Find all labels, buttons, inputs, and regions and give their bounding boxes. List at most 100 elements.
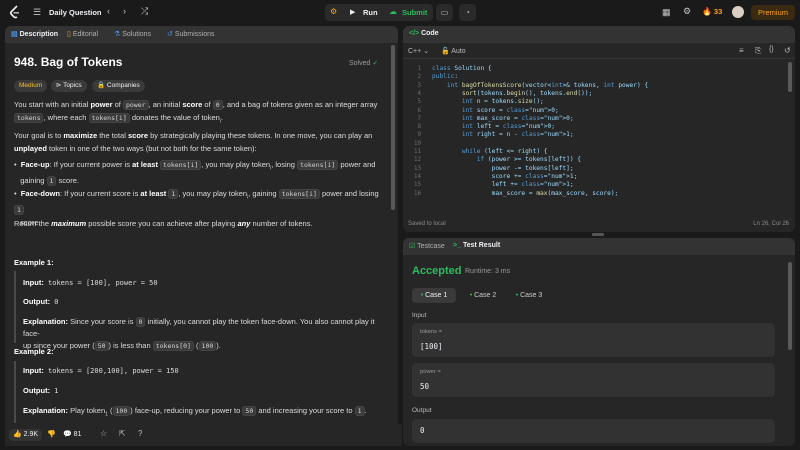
premium-button[interactable]: Premium <box>751 5 795 20</box>
book-icon: ▯ <box>67 31 71 38</box>
description-tabbar: ▤ Description ▯ Editorial ⚗ Solutions ↺ … <box>5 26 398 43</box>
description-scrollbar[interactable] <box>391 45 395 210</box>
like-button[interactable]: 👍 2.9K <box>9 429 43 441</box>
example-2-explanation: Explanation: Play token1 (100) face-up, … <box>23 406 367 418</box>
tab-solutions[interactable]: ⚗ Solutions <box>114 30 151 38</box>
tab-test-result-label: Test Result <box>462 242 501 249</box>
tab-test-result[interactable]: >_ Test Result <box>453 242 500 249</box>
companies-chip[interactable]: 🔒 Companies <box>92 80 145 92</box>
cloud-upload-icon: ☁ <box>389 7 397 16</box>
runtime: Runtime: 3 ms <box>465 268 511 275</box>
next-problem-icon[interactable]: › <box>123 7 126 16</box>
run-submit-group: ⚙ ▶ Run ☁ Submit <box>325 4 433 21</box>
case-tab-2[interactable]: • Case 2 <box>463 288 503 303</box>
example-1-input: Input: tokens = [100], power = 50 <box>23 278 158 287</box>
leetcode-logo[interactable] <box>8 5 22 19</box>
problem-list-icon[interactable]: ☰ <box>33 8 41 17</box>
tokens-field: tokens = [100] <box>412 323 775 357</box>
tab-editorial-label: Editorial <box>72 31 99 38</box>
checkbox-icon: ☑ <box>409 243 416 250</box>
tab-submissions[interactable]: ↺ Submissions <box>167 30 215 38</box>
like-count: 2.9K <box>23 431 39 438</box>
fire-icon: 🔥 <box>702 7 712 16</box>
thumbs-up-icon: 👍 <box>13 431 22 438</box>
tokens-label: tokens = <box>420 329 443 335</box>
history-icon: ↺ <box>167 31 173 38</box>
example-1-explanation: Explanation: Since your score is 0 initi… <box>23 317 375 351</box>
case-tab-1[interactable]: • Case 1 <box>412 288 456 303</box>
line-number: 4 <box>417 90 422 97</box>
notes-button[interactable]: ▭ <box>436 4 453 21</box>
top-nav: ☰ Daily Question ‹ › ⤮ ⚙ ▶ Run ☁ Submit … <box>0 0 800 25</box>
play-icon: ▶ <box>350 9 356 16</box>
shuffle-icon[interactable]: ⤮ <box>141 7 148 16</box>
difficulty-badge[interactable]: Medium <box>14 80 48 92</box>
example-1-output: Output: 0 <box>23 297 59 306</box>
panel-resize-handle[interactable] <box>592 233 604 236</box>
case-dot-icon: • <box>420 292 424 299</box>
line-number: 10 <box>414 140 421 147</box>
comment-icon: 💬 <box>63 431 72 438</box>
line-number: 5 <box>417 99 422 106</box>
line-number: 11 <box>414 149 421 155</box>
topics-chip[interactable]: ⊳ Topics <box>51 80 87 92</box>
settings-gear-icon[interactable]: ⚙ <box>683 7 691 16</box>
braces-icon[interactable]: {} <box>769 46 774 53</box>
auto-mode[interactable]: 🔓 Auto <box>441 47 466 55</box>
line-number: 3 <box>417 82 422 89</box>
avatar[interactable] <box>732 6 744 18</box>
bullet-dot: • <box>14 189 21 198</box>
prev-problem-icon[interactable]: ‹ <box>107 7 110 16</box>
description-content[interactable]: 948. Bag of Tokens Solved ✓ Medium ⊳ Top… <box>5 43 391 423</box>
layout-icon[interactable]: ▦ <box>662 8 671 17</box>
language-select[interactable]: C++ ⌄ <box>408 47 429 55</box>
reset-icon[interactable]: ↺ <box>784 46 791 55</box>
tab-code[interactable]: </> Code <box>409 30 439 37</box>
debug-icon[interactable]: ⚙ <box>330 7 337 16</box>
code-scrollbar[interactable] <box>788 62 792 92</box>
line-number: 6 <box>417 107 422 114</box>
output-field: 0 <box>412 419 775 443</box>
code-line: while (left <= right) { <box>461 148 548 155</box>
tag-icon: ⊳ <box>56 82 62 89</box>
timer-button[interactable]: ◔ <box>459 4 476 21</box>
code-line: left += class="num">1; <box>432 181 574 189</box>
tab-solutions-label: Solutions <box>122 31 152 38</box>
tab-editorial[interactable]: ▯ Editorial <box>67 30 98 38</box>
result-scrollbar[interactable] <box>788 262 792 350</box>
code-line: score += class="num">1; <box>432 172 578 180</box>
problem-title: 948. Bag of Tokens <box>14 55 123 69</box>
tab-description[interactable]: ▤ Description <box>11 30 58 38</box>
help-icon[interactable]: ? <box>138 429 142 438</box>
power-field: power = 50 <box>412 363 775 397</box>
verdict: Accepted <box>412 265 462 277</box>
companies-label: Companies <box>106 82 140 89</box>
share-icon[interactable]: ⇱ <box>119 429 126 438</box>
case-tab-3[interactable]: • Case 3 <box>509 288 549 303</box>
saved-status: Saved to local <box>408 221 446 227</box>
solved-status: Solved ✓ <box>349 59 378 67</box>
example-2-title: Example 2: <box>14 347 54 356</box>
run-button[interactable]: ▶ Run <box>347 4 385 21</box>
code-editor[interactable]: 1 class Solution {2 public: 3 int bagOfToke… <box>403 60 795 210</box>
thumbs-down-icon: 👎 <box>47 431 56 438</box>
code-tabbar: </> Code <box>403 26 795 43</box>
comments-button[interactable]: 💬 81 <box>63 429 81 441</box>
line-number: 15 <box>414 182 421 189</box>
daily-question-title[interactable]: Daily Question <box>49 8 102 17</box>
dislike-button[interactable]: 👎 <box>47 429 56 441</box>
line-number: 8 <box>417 124 422 131</box>
code-toolbar: C++ ⌄ 🔓 Auto ≡ ⎘ {} ↺ <box>403 43 795 59</box>
chevron-down-icon: ⌄ <box>423 48 430 55</box>
favorite-star-icon[interactable]: ☆ <box>100 429 107 438</box>
lock-icon: 🔒 <box>97 82 106 89</box>
bookmark-icon[interactable]: ⎘ <box>755 46 761 56</box>
topics-label: Topics <box>63 82 82 89</box>
format-icon[interactable]: ≡ <box>739 46 744 55</box>
tab-testcase[interactable]: ☑ Testcase <box>409 242 445 250</box>
submit-button[interactable]: ☁ Submit <box>387 4 433 21</box>
streak-counter[interactable]: 🔥 33 <box>702 7 722 16</box>
cursor-position: Ln 26, Col 26 <box>753 221 789 227</box>
case-2-label: Case 2 <box>474 292 497 299</box>
streak-count: 33 <box>713 7 723 16</box>
